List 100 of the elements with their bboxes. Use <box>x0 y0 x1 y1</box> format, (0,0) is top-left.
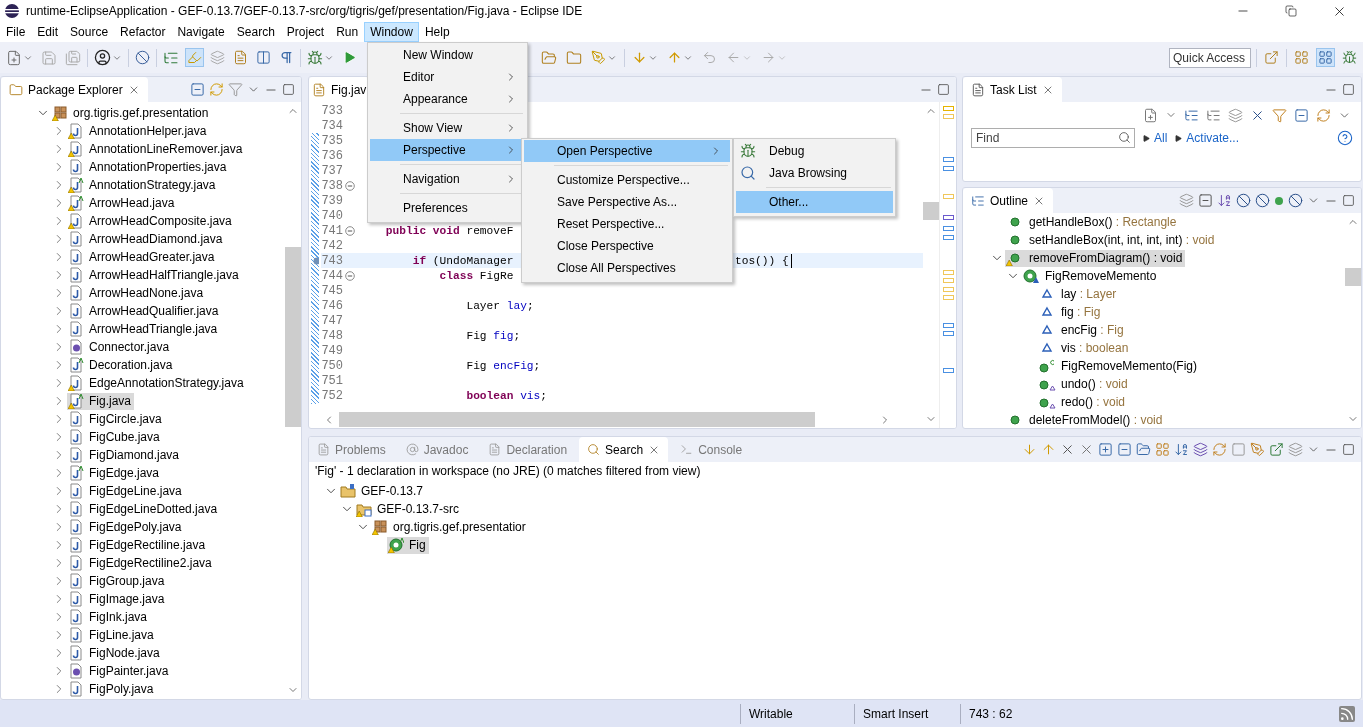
tree-item[interactable]: FigInk.java <box>67 608 151 626</box>
tree-item[interactable]: FigDiamond.java <box>67 446 183 464</box>
tree-item[interactable]: Fig.java <box>67 392 135 410</box>
view-tab[interactable]: Console <box>672 437 751 462</box>
tree-item[interactable]: AnnotationHelper.java <box>67 122 210 140</box>
menu-bar-item[interactable]: Search <box>230 22 281 42</box>
tree-item[interactable]: FigEdgeRectiline2.java <box>67 554 215 572</box>
tree-item[interactable]: AnnotationStrategy.java <box>67 176 219 194</box>
remove-match-icon[interactable] <box>1060 442 1075 457</box>
menu-bar-item[interactable]: Run <box>330 22 365 42</box>
scroll-thumb[interactable] <box>923 202 939 220</box>
filter-icon[interactable] <box>228 82 243 97</box>
fold-icon[interactable] <box>345 180 355 191</box>
menu-item[interactable]: Open Perspective <box>524 140 730 162</box>
tree-item[interactable]: AnnotationProperties.java <box>67 158 230 176</box>
tree-item[interactable]: Fig <box>387 536 429 554</box>
refresh-icon[interactable] <box>1212 442 1227 457</box>
maximize-icon[interactable] <box>1342 443 1355 456</box>
view-tab[interactable]: Outline <box>963 188 1054 213</box>
fold-icon[interactable] <box>345 225 355 236</box>
tree-item[interactable]: removeFromDiagram() : void <box>1005 249 1186 267</box>
menu-bar-item[interactable]: Refactor <box>114 22 172 42</box>
menu-item[interactable]: Close Perspective <box>524 235 730 257</box>
tree-item[interactable]: GEF-0.13.7 <box>339 482 427 500</box>
tree-item[interactable]: FigGroup.java <box>67 572 168 590</box>
maximize-icon[interactable] <box>937 83 950 96</box>
view-tab[interactable]: Javadoc <box>397 437 477 462</box>
tree-item[interactable]: ArrowHeadGreater.java <box>67 248 218 266</box>
menu-bar-item[interactable]: Source <box>64 22 115 42</box>
tree-item[interactable]: ArrowHead.java <box>67 194 178 212</box>
triangle-icon[interactable] <box>1175 134 1183 142</box>
collapse-all-icon[interactable] <box>1294 107 1309 123</box>
perspective-button[interactable] <box>1292 48 1311 67</box>
menu-item[interactable]: Debug <box>736 140 893 162</box>
view-tab[interactable]: Search <box>579 437 669 462</box>
fold-icon[interactable] <box>345 270 355 281</box>
menu-bar-item[interactable]: Edit <box>31 22 65 42</box>
sort-icon[interactable] <box>1217 193 1232 208</box>
collapse-all-icon[interactable] <box>1117 442 1132 457</box>
tree-item[interactable]: FigEdgeLineDotted.java <box>67 500 221 518</box>
feed-icon[interactable] <box>1339 705 1355 722</box>
expand-all-icon[interactable] <box>1098 442 1113 457</box>
menu-bar-item[interactable]: Navigate <box>171 22 231 42</box>
tree-item[interactable]: org.tigris.gef.presentation <box>51 104 212 122</box>
tree-item[interactable]: deleteFromModel() : void <box>1005 411 1166 428</box>
tree-item[interactable]: getHandleBox() : Rectangle <box>1005 213 1180 231</box>
menu-item[interactable]: Customize Perspective... <box>524 169 730 191</box>
tree-item[interactable]: AnnotationLineRemover.java <box>67 140 246 158</box>
triangle-icon[interactable] <box>1143 134 1150 142</box>
sort-icon[interactable] <box>1174 442 1189 457</box>
tree-item[interactable]: ArrowHeadQualifier.java <box>67 302 222 320</box>
tree-item[interactable]: EdgeAnnotationStrategy.java <box>67 374 247 392</box>
link[interactable]: All <box>1154 131 1168 145</box>
view-tab[interactable]: Problems <box>309 437 394 462</box>
tree-item[interactable]: fig : Fig <box>1037 303 1104 321</box>
tree-item[interactable]: ArrowHeadTriangle.java <box>67 320 221 338</box>
tree-item[interactable]: lay : Layer <box>1037 285 1120 303</box>
tree-item[interactable]: org.tigris.gef.presentatior <box>371 518 529 536</box>
menu-item[interactable]: Save Perspective As... <box>524 191 730 213</box>
menu-bar-item[interactable]: Window <box>364 22 419 42</box>
tree-item[interactable]: FigEdgeRectiline.java <box>67 536 209 554</box>
view-tab[interactable]: Declaration <box>480 437 576 462</box>
tree-item[interactable]: Connector.java <box>67 338 173 356</box>
tree-item[interactable]: GEF-0.13.7-src <box>355 500 463 518</box>
java-perspective-button[interactable] <box>1316 48 1335 67</box>
open-perspective-button[interactable] <box>1262 48 1281 67</box>
menu-item[interactable]: Close All Perspectives <box>524 257 730 279</box>
menu-bar-item[interactable]: Project <box>280 22 331 42</box>
view-tab[interactable]: Package Explorer <box>1 77 148 102</box>
menu-bar-item[interactable]: Help <box>418 22 456 42</box>
menu-item[interactable]: Other... <box>736 191 893 213</box>
editor-tab[interactable]: Fig.jav <box>309 77 370 102</box>
tree-item[interactable]: FigEdgePoly.java <box>67 518 185 536</box>
tree-item[interactable]: FigRemoveMemento <box>1021 267 1160 285</box>
menu-item[interactable]: Preferences <box>370 197 525 219</box>
menu-item[interactable]: Editor <box>370 66 525 88</box>
synchronize-icon[interactable] <box>1316 107 1331 123</box>
highlight-button[interactable] <box>185 48 204 67</box>
tree-item[interactable]: FigPoly.java <box>67 680 157 698</box>
tree-item[interactable]: redo() : void <box>1037 393 1129 411</box>
collapse-all-icon[interactable] <box>190 82 205 97</box>
menu-item[interactable]: New Window <box>370 44 525 66</box>
dot-icon[interactable] <box>1274 195 1284 206</box>
scroll-thumb[interactable] <box>1345 268 1361 286</box>
tree-item[interactable]: setHandleBox(int, int, int, int) : void <box>1005 231 1218 249</box>
debug-perspective-button[interactable] <box>1340 48 1359 67</box>
tree-item[interactable]: undo() : void <box>1037 375 1131 393</box>
find-field[interactable]: Find <box>971 128 1135 148</box>
help-icon[interactable] <box>1337 130 1353 146</box>
tree-item[interactable]: FigEdge.java <box>67 464 163 482</box>
maximize-icon[interactable] <box>1342 194 1355 207</box>
tree-item[interactable]: FigRemoveMemento(Fig) <box>1037 357 1201 375</box>
new-task-icon[interactable] <box>1143 107 1158 123</box>
tree-item[interactable]: FigNode.java <box>67 644 163 662</box>
tree-item[interactable]: ArrowHeadComposite.java <box>67 212 235 230</box>
tree-item[interactable]: Decoration.java <box>67 356 176 374</box>
tree-item[interactable]: ArrowHeadNone.java <box>67 284 207 302</box>
tree-item[interactable]: ArrowHeadDiamond.java <box>67 230 226 248</box>
tree-item[interactable]: FigPainter.java <box>67 662 172 680</box>
tree-item[interactable]: encFig : Fig <box>1037 321 1127 339</box>
